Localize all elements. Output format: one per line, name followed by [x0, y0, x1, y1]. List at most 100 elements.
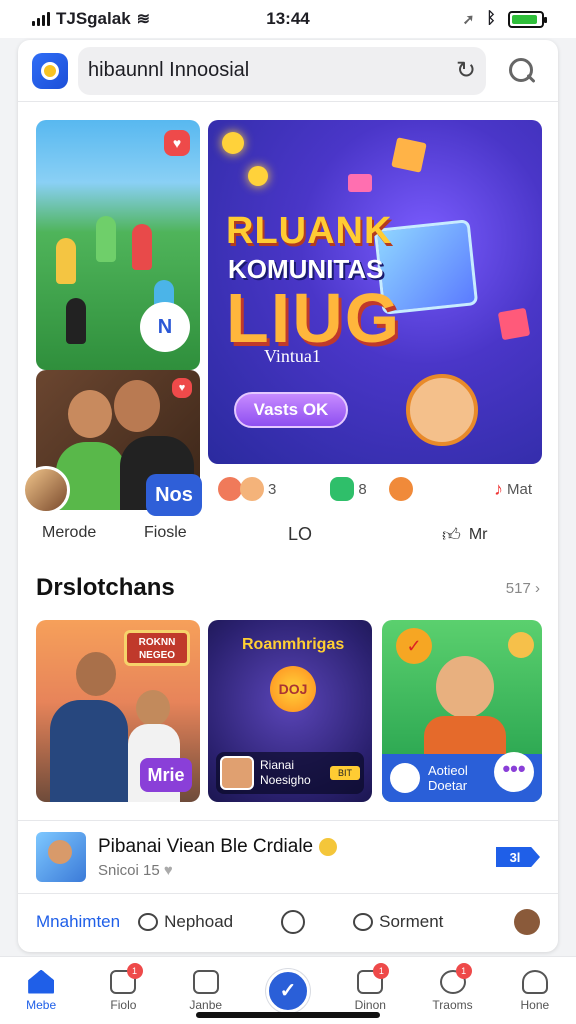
classroom-sign: ROKNN NEGEO — [124, 630, 190, 666]
promo-row[interactable]: Pibanai Viean Ble Crdiale Snicoi 15 ♥ 3l — [18, 820, 558, 894]
emoji-icon — [319, 837, 338, 856]
coin-icon: DOJ — [270, 666, 316, 712]
reaction-count: 3 — [268, 480, 277, 498]
signal-icon — [32, 12, 50, 26]
nav-profile[interactable]: Hone — [494, 957, 576, 1024]
emoji-icon — [508, 632, 534, 658]
action-label: Sorment — [379, 912, 444, 931]
thumbs-up-icon: 👍︎ — [442, 525, 461, 545]
nav-label: Dinon — [354, 997, 386, 1012]
promo-button[interactable]: 3l — [496, 847, 540, 867]
more-icon[interactable]: ••• — [494, 752, 534, 792]
location-icon: ➚ — [462, 10, 475, 27]
search-text: hibaunnl Innoosial — [88, 59, 250, 81]
section-title: Drslotchans — [36, 574, 175, 601]
kid-figure — [56, 238, 76, 284]
bluetooth-icon: ᛒ — [486, 10, 496, 27]
kid-figure — [66, 298, 86, 344]
game-badge[interactable]: N — [140, 302, 190, 352]
carrier-name: TJSgalak — [56, 9, 131, 28]
avatar — [514, 909, 540, 935]
promo-thumbnail — [36, 832, 86, 882]
hero-cta-button[interactable]: Vasts OK — [234, 392, 348, 428]
search-input[interactable]: hibaunnl Innoosial ↻ — [78, 46, 486, 95]
emoji-button[interactable] — [281, 910, 306, 934]
notification-badge: 1 — [455, 963, 472, 979]
section-more-link[interactable]: 517 › — [506, 580, 540, 597]
tile-badge[interactable]: Mrie — [140, 758, 192, 792]
reaction-group-3[interactable]: ♪ Mat — [494, 479, 532, 500]
promo-subtitle: Snicoi 15 — [98, 861, 160, 879]
refresh-icon[interactable]: ↻ — [456, 56, 476, 85]
like-button[interactable]: 👍︎ Mr — [442, 524, 487, 546]
profile-avatar[interactable] — [514, 909, 540, 935]
heart-icon[interactable]: ♥ — [164, 130, 190, 156]
nav-fiolo[interactable]: 1 Fiolo — [82, 957, 164, 1024]
person-face — [76, 652, 116, 696]
reaction-count: Mat — [506, 480, 532, 498]
caption-line-1: Aotieol — [428, 763, 468, 778]
section-tile-3[interactable]: ✓ Aotieol Doetar ••• — [382, 620, 542, 802]
avatar[interactable] — [22, 466, 70, 514]
create-icon: ✓ — [265, 968, 310, 1013]
promo-title: Pibanai Viean Ble Crdiale — [98, 835, 314, 857]
chevron-right-icon: › — [535, 580, 540, 597]
heart-icon[interactable]: ♥ — [172, 378, 192, 398]
like-label: Mr — [468, 526, 488, 543]
friends-badge[interactable]: Nos — [146, 474, 202, 516]
friend-face — [68, 390, 112, 438]
reaction-group-2[interactable]: 8 — [330, 477, 413, 501]
reaction-count: 8 — [358, 480, 367, 498]
status-left: TJSgalak ≋ — [32, 9, 150, 29]
reactions-row: 3 8 ♪ Mat — [208, 474, 542, 504]
reaction-group-1[interactable]: 3 — [218, 477, 276, 501]
status-bar: TJSgalak ≋ 13:44 ➚ ᛒ — [0, 0, 576, 38]
smile-icon — [281, 910, 306, 934]
friend-face — [114, 380, 160, 432]
check-icon: ✓ — [396, 628, 432, 664]
action-comment[interactable]: Nephoad — [138, 912, 233, 932]
hero-character — [406, 374, 478, 446]
music-icon: ♪ — [493, 478, 503, 499]
top-bar: hibaunnl Innoosial ↻ — [18, 40, 558, 102]
avatar — [220, 756, 254, 790]
notification-badge: 1 — [126, 963, 143, 979]
person-shirt — [50, 700, 128, 802]
action-sorment[interactable]: Sorment — [353, 912, 443, 932]
sun-icon — [248, 166, 268, 186]
main-card: hibaunnl Innoosial ↻ ♥ N ♥ Nos RLUANK KO… — [18, 40, 558, 952]
action-primary[interactable]: Mnahimten — [36, 912, 120, 932]
caption-line-2: Noesigho — [260, 773, 311, 787]
caption-line-1: Rianai — [260, 758, 295, 772]
home-icon — [28, 969, 55, 994]
section-tile-1[interactable]: ROKNN NEGEO Mrie — [36, 620, 200, 802]
photo-icon — [497, 307, 531, 341]
frame-icon — [192, 969, 219, 994]
tile-caption: Rianai Noesigho BIT — [216, 752, 364, 794]
playground-tile[interactable]: ♥ N — [36, 120, 200, 370]
caption-pill: BIT — [330, 766, 360, 780]
hero-banner[interactable]: RLUANK KOMUNITAS LIUG Vintua1 Vasts OK — [208, 120, 542, 464]
nav-label: Mebe — [26, 997, 57, 1012]
item-label: Fiosle — [144, 524, 187, 541]
nav-home[interactable]: Mebe — [0, 957, 82, 1024]
kid-figure — [96, 216, 116, 262]
battery-icon — [508, 10, 547, 28]
person-shirt — [424, 716, 506, 756]
sun-icon — [222, 132, 244, 154]
emoji-icon — [388, 477, 413, 501]
hero-title-1: RLUANK — [226, 210, 393, 252]
section-more-label: 517 — [505, 580, 531, 597]
section-tile-2[interactable]: Roanmhrigas DOJ Rianai Noesigho BIT — [208, 620, 372, 802]
hero-subtitle: Vintua1 — [264, 346, 321, 366]
search-icon[interactable] — [508, 57, 536, 85]
photo-icon — [391, 137, 427, 173]
nav-label: Janbe — [189, 997, 223, 1012]
app-logo-icon[interactable] — [32, 52, 68, 89]
nav-label: Hone — [520, 997, 550, 1012]
action-label: Nephoad — [164, 912, 234, 931]
nav-traoms[interactable]: 1 Traoms — [411, 957, 493, 1024]
wifi-icon: ≋ — [136, 11, 151, 28]
home-indicator — [196, 1012, 380, 1018]
person-icon — [521, 969, 548, 994]
